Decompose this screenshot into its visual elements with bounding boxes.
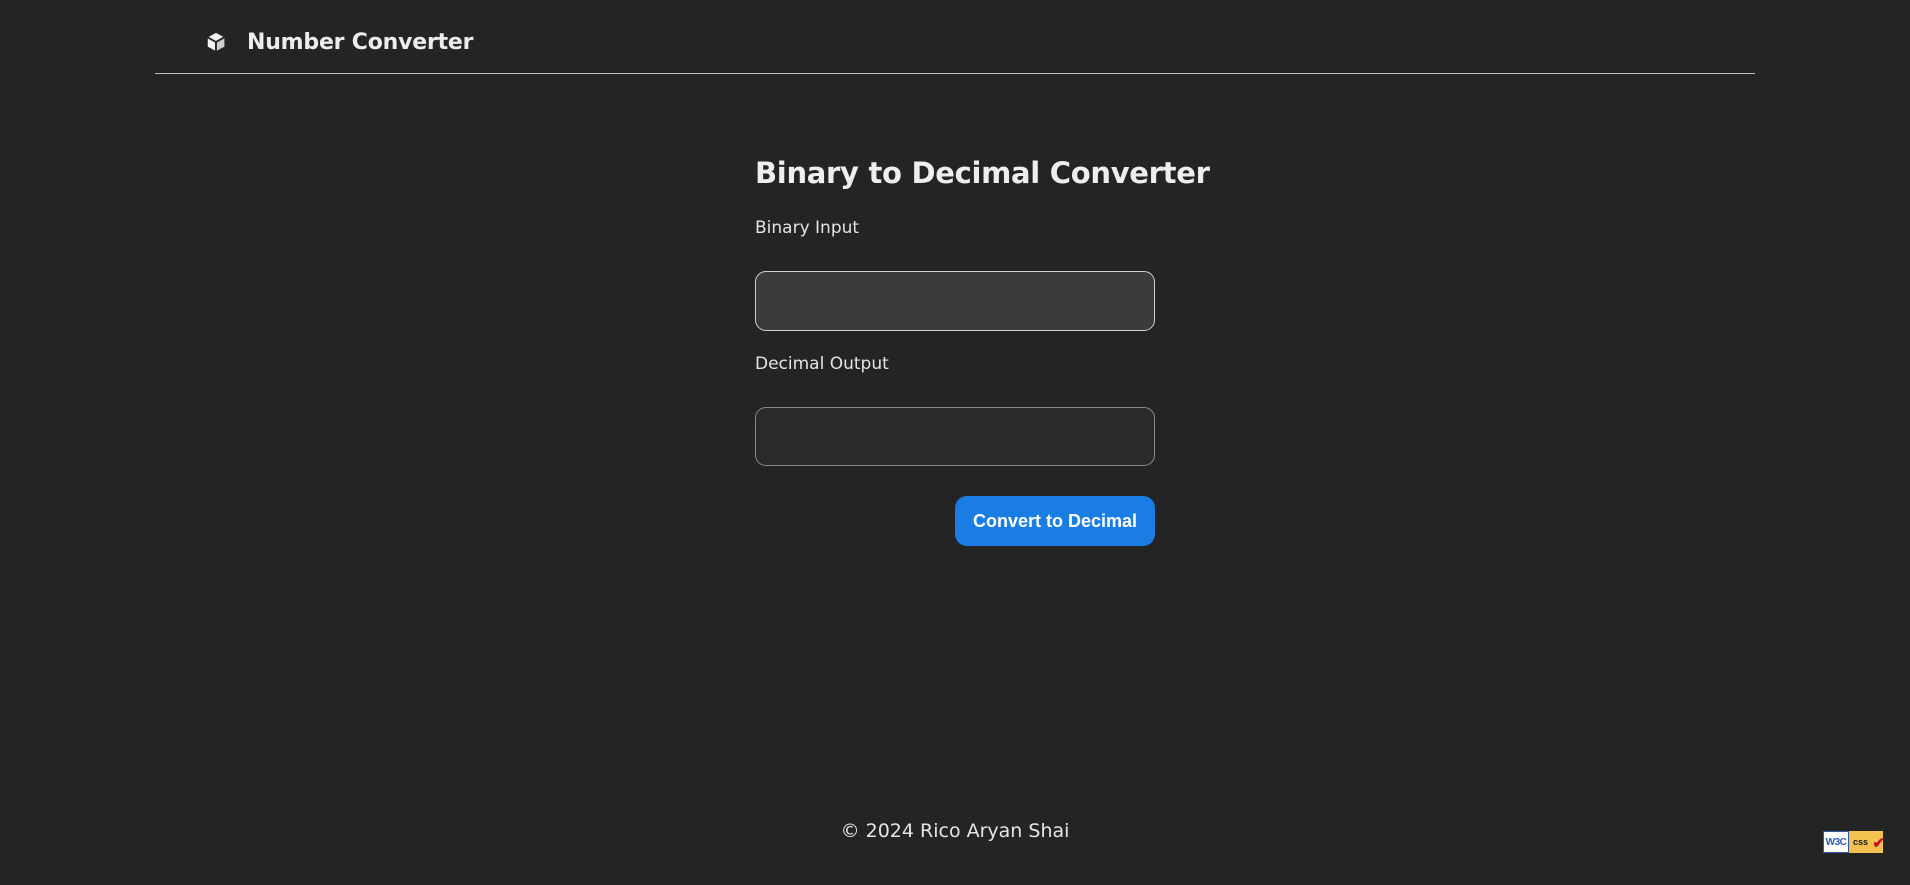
css-badge-text: css ✔ bbox=[1849, 831, 1885, 853]
brand-title: Number Converter bbox=[247, 29, 474, 55]
cube-icon bbox=[203, 29, 229, 55]
page: Number Converter Binary to Decimal Conve… bbox=[0, 0, 1910, 885]
convert-to-decimal-button[interactable]: Convert to Decimal bbox=[955, 496, 1155, 546]
css-label: css bbox=[1853, 837, 1869, 847]
w3c-css-badge[interactable]: W3C css ✔ bbox=[1823, 831, 1885, 853]
checkmark-icon: ✔ bbox=[1872, 835, 1885, 852]
decimal-output[interactable] bbox=[755, 407, 1155, 466]
page-title: Binary to Decimal Converter bbox=[755, 156, 1210, 190]
site-header: Number Converter bbox=[155, 0, 1755, 74]
footer-copyright: © 2024 Rico Aryan Shai bbox=[840, 820, 1070, 842]
brand-link[interactable]: Number Converter bbox=[203, 27, 473, 57]
binary-input[interactable] bbox=[755, 271, 1155, 331]
decimal-output-label: Decimal Output bbox=[755, 354, 889, 374]
binary-input-label: Binary Input bbox=[755, 218, 860, 238]
w3c-logo-text: W3C bbox=[1823, 831, 1849, 853]
converter-form: Binary to Decimal Converter Binary Input… bbox=[755, 150, 1210, 546]
